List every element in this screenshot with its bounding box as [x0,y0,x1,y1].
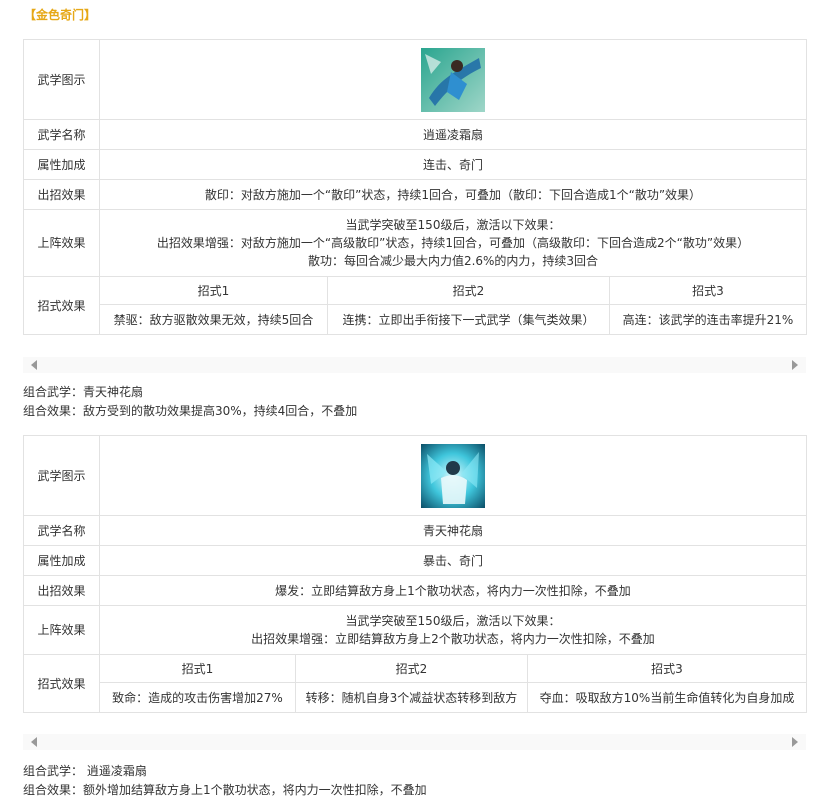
skill-attr: 连击、奇门 [99,149,807,180]
skill-art-icon [421,47,485,112]
row-label: 属性加成 [23,545,100,576]
move-header: 招式3 [609,276,807,305]
horizontal-scrollbar[interactable] [23,734,806,750]
row-label: 武学图示 [23,39,100,120]
skill-icon-cell [99,39,807,120]
skill-icon-cell [99,435,807,516]
skill-name: 青天神花扇 [99,515,807,546]
move-header: 招式1 [99,654,296,683]
move-header: 招式2 [327,276,610,305]
row-label: 上阵效果 [23,605,100,655]
skill-effect: 散印：对敌方施加一个“散印”状态，持续1回合，可叠加（散印：下回合造成1个“散功… [99,179,807,210]
lineup-line: 出招效果增强：立即结算敌方身上2个散功状态，将内力一次性扣除，不叠加 [251,632,655,646]
row-label: 上阵效果 [23,209,100,277]
move-effect: 高连：该武学的连击率提升21% [609,304,807,335]
skill-table-2: 武学图示 武学名称 青天神花扇 属性加成 暴击、奇门 出招效果 爆发：立即结算敌… [23,435,807,713]
row-label: 武学名称 [23,515,100,546]
row-label: 招式效果 [23,654,100,713]
move-header: 招式2 [295,654,528,683]
move-effect: 转移：随机自身3个减益状态转移到敌方 [295,682,528,713]
skill-attr: 暴击、奇门 [99,545,807,576]
row-label: 招式效果 [23,276,100,335]
move-effect: 连携：立即出手衔接下一式武学（集气类效果） [327,304,610,335]
scroll-right-icon[interactable] [792,360,798,370]
lineup-line: 当武学突破至150级后，激活以下效果： [345,218,561,232]
row-label: 属性加成 [23,149,100,180]
combo-effect: 组合效果：额外增加结算敌方身上1个散功状态，将内力一次性扣除，不叠加 [23,783,427,797]
lineup-effect: 当武学突破至150级后，激活以下效果： 出招效果增强：对敌方施加一个“高级散印”… [99,209,807,277]
move-effect: 夺血：吸取敌方10%当前生命值转化为自身加成 [527,682,807,713]
move-effect: 致命：造成的攻击伤害增加27% [99,682,296,713]
row-label: 武学名称 [23,119,100,150]
scroll-right-icon[interactable] [792,737,798,747]
skill-effect: 爆发：立即结算敌方身上1个散功状态，将内力一次性扣除，不叠加 [99,575,807,606]
lineup-line: 当武学突破至150级后，激活以下效果： [345,614,561,628]
scroll-left-icon[interactable] [31,737,37,747]
skill-art-icon [421,443,485,508]
lineup-effect: 当武学突破至150级后，激活以下效果： 出招效果增强：立即结算敌方身上2个散功状… [99,605,807,655]
row-label: 出招效果 [23,179,100,210]
combo-effect: 组合效果：敌方受到的散功效果提高30%，持续4回合，不叠加 [23,404,358,418]
lineup-line: 出招效果增强：对敌方施加一个“高级散印”状态，持续1回合，可叠加（高级散印：下回… [156,236,750,250]
combo-skill: 组合武学：青天神花扇 [23,385,144,399]
skill-table-1: 武学图示 武学名称 逍遥凌霜扇 属性加成 连击、奇门 出招效果 散印：对敌方施加… [23,39,807,335]
section-heading: 【金色奇门】 [24,8,97,22]
move-header: 招式1 [99,276,328,305]
skill-name: 逍遥凌霜扇 [99,119,807,150]
row-label: 出招效果 [23,575,100,606]
scroll-left-icon[interactable] [31,360,37,370]
row-label: 武学图示 [23,435,100,516]
move-effect: 禁驱：敌方驱散效果无效，持续5回合 [99,304,328,335]
horizontal-scrollbar[interactable] [23,357,806,373]
combo-skill: 组合武学： 逍遥凌霜扇 [23,764,147,778]
move-header: 招式3 [527,654,807,683]
lineup-line: 散功：每回合减少最大内力值2.6%的内力，持续3回合 [307,254,599,268]
